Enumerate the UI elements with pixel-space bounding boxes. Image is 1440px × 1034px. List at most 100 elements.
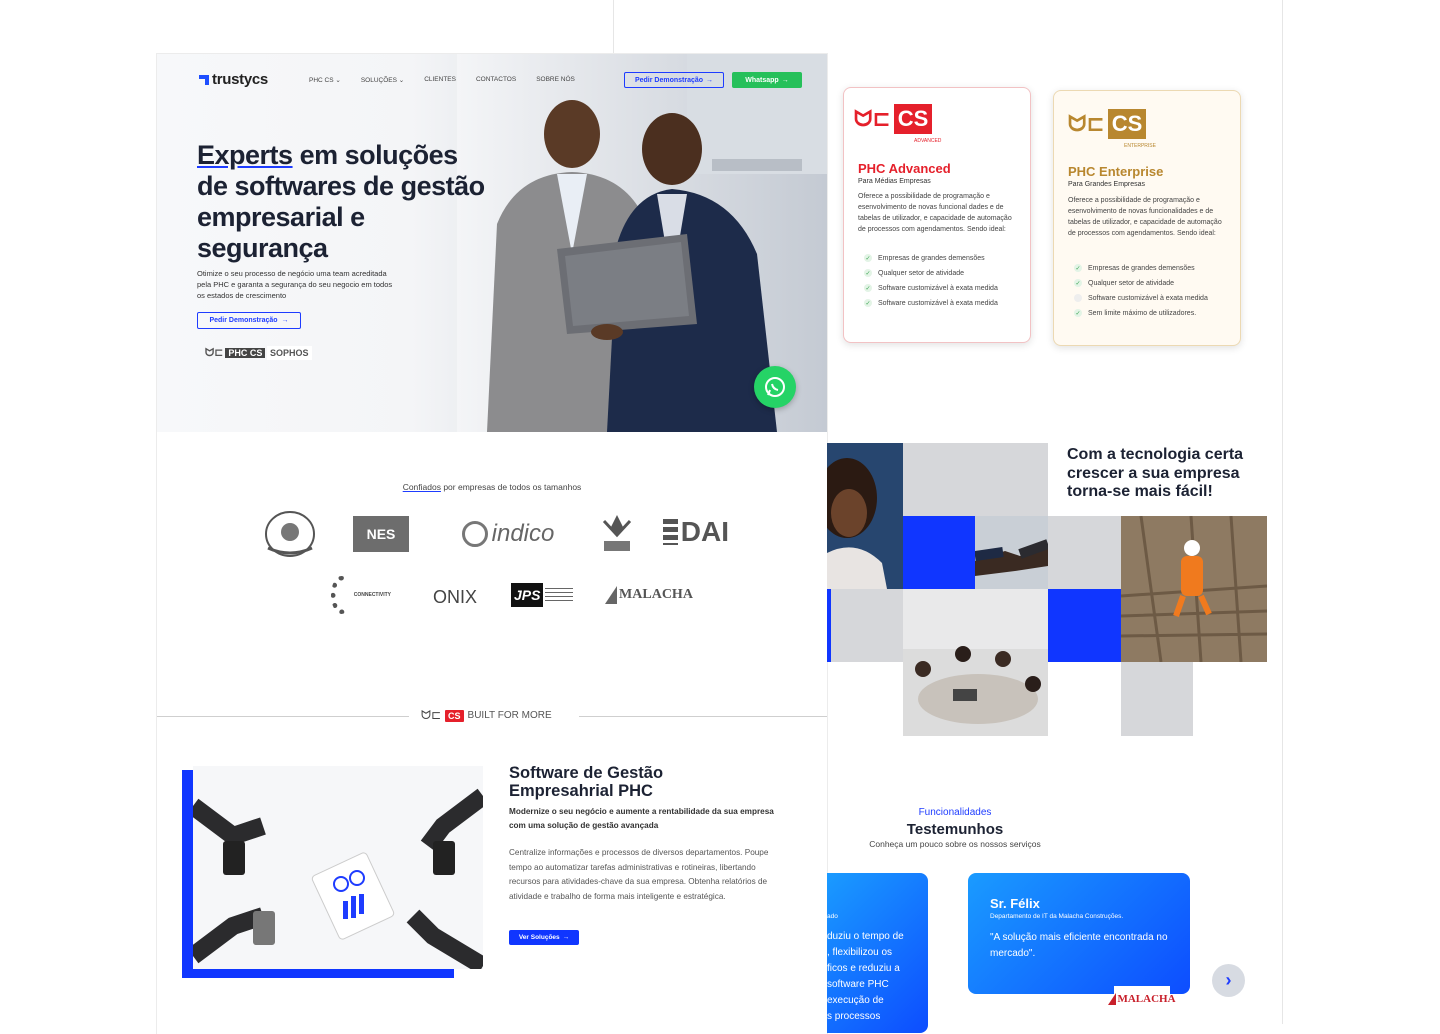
advanced-feature-1: ✓ Empresas de grandes demensões <box>864 254 985 262</box>
hero-demo-label: Pedir Demonstração <box>209 317 278 324</box>
phc-letters-icon: ᗢ⊏ <box>854 106 891 131</box>
hero-demo-button[interactable]: Pedir Demonstração → <box>197 312 301 329</box>
landing-page-mockup: trustycs PHC CS ⌄ SOLUÇÕES ⌄ CLIENTES CO… <box>157 54 827 1034</box>
mosaic-photo-woman <box>827 443 903 589</box>
phc-enterprise-desc: Oferece a possibilidade de programação e… <box>1068 197 1222 237</box>
ver-solucoes-button[interactable]: Ver Soluções → <box>509 930 579 945</box>
arrow-right-icon: → <box>781 76 789 84</box>
nav-demo-button[interactable]: Pedir Demonstração → <box>624 72 724 88</box>
chevron-right-icon: › <box>1225 970 1232 990</box>
nav-links: PHC CS ⌄ SOLUÇÕES ⌄ CLIENTES CONTACTOS S… <box>309 76 575 84</box>
trusted-highlight: Confiados <box>402 482 441 492</box>
nav-item-phc-cs[interactable]: PHC CS ⌄ <box>309 76 341 84</box>
hero-section: trustycs PHC CS ⌄ SOLUÇÕES ⌄ CLIENTES CO… <box>157 54 827 432</box>
check-icon: ✓ <box>1074 309 1082 317</box>
section-divider-right <box>579 716 827 717</box>
trustycs-mark-icon <box>199 75 209 85</box>
nav-item-sobre-nos[interactable]: SOBRE NÓS <box>536 76 575 84</box>
nav-item-solucoes[interactable]: SOLUÇÕES ⌄ <box>361 76 404 84</box>
malacha-mark-icon <box>1108 993 1117 1005</box>
nav-item-contactos[interactable]: CONTACTOS <box>476 76 516 84</box>
mosaic-gray-2 <box>1048 516 1121 589</box>
phc-advanced-subtitle: Para Médias Empresas <box>858 178 931 185</box>
client-logo-jps: JPS <box>511 578 573 612</box>
client-logo-flower <box>599 510 635 556</box>
enterprise-feature-1: ✓ Empresas de grandes demensões <box>1074 264 1195 272</box>
guide-line-left <box>613 0 614 54</box>
phc-enterprise-subtitle: Para Grandes Empresas <box>1068 181 1146 188</box>
ver-solucoes-label: Ver Soluções <box>518 934 560 941</box>
testimonials-subtitle: Conheça um pouco sobre os nossos serviço… <box>869 839 1041 849</box>
client-logo-malacha: MALACHA <box>605 580 693 610</box>
business-hands-photo <box>193 766 483 969</box>
phc-advanced-title: PHC Advanced <box>858 161 951 176</box>
client-indico-text: indico <box>491 520 555 547</box>
whatsapp-float-button[interactable] <box>754 366 796 408</box>
section-divider-left <box>157 716 409 717</box>
testimonial-quote: "A solução mais eficiente encontrada no … <box>990 932 1168 959</box>
check-icon: ✓ <box>864 284 872 292</box>
emblem-icon <box>265 511 315 557</box>
malacha-logo-text: MALACHA <box>1117 993 1176 1005</box>
top-navigation: trustycs PHC CS ⌄ SOLUÇÕES ⌄ CLIENTES CO… <box>157 54 827 106</box>
client-logo-emblem <box>259 508 321 560</box>
client-logo-indico: indico <box>455 516 561 552</box>
trusted-rest: por empresas de todos os tamanhos <box>440 482 582 492</box>
client-logo-connectivity: CONNECTIVITY <box>331 574 391 616</box>
testimonials-next-button[interactable]: › <box>1212 964 1245 997</box>
testimonial-card-felix[interactable]: Sr. Félix Departamento de IT da Malacha … <box>968 873 1190 994</box>
handshake-photo <box>975 516 1048 589</box>
phc-enterprise-title: PHC Enterprise <box>1068 164 1164 179</box>
advanced-feature-2: ✓ Qualquer setor de atividade <box>864 269 964 277</box>
testimonial-card-partial[interactable]: ado duziu o tempo de , flexibilizou os f… <box>827 873 928 1033</box>
client-onix-text: ONIX <box>432 586 477 607</box>
guide-line-right <box>1282 0 1283 1024</box>
whatsapp-button[interactable]: Whatsapp → <box>732 72 802 88</box>
cta-heading: Com a tecnologia certa crescer a sua emp… <box>1067 446 1244 500</box>
nav-demo-label: Pedir Demonstração <box>634 76 704 84</box>
client-logo-nes: NES <box>353 516 409 552</box>
partner-phc-logo: ᗢ⊏ PHC CS <box>205 346 266 360</box>
client-connectivity-text: CONNECTIVITY <box>353 592 391 598</box>
advanced-feature-4: ✓ Software customizável à exata medida <box>864 299 998 307</box>
indico-mark-icon <box>461 521 488 547</box>
testimonial-role: Departamento de IT da Malacha Construçõe… <box>990 913 1124 920</box>
phc-cs-badge: CS <box>445 709 464 722</box>
hero-title-highlight: Experts <box>197 140 293 170</box>
phc-advanced-desc: Oferece a possibilidade de programação e… <box>858 193 1012 233</box>
enterprise-feature-4: ✓ Sem limite máximo de utilizadores. <box>1074 309 1196 317</box>
trusted-by-heading: Confiados por empresas de todos os taman… <box>157 482 827 492</box>
enterprise-feature-3: ✓ Software customizável à exata medida <box>1074 294 1208 302</box>
phc-letters-icon: ᗢ⊏ <box>205 347 224 359</box>
testimonials-kicker: Funcionalidades <box>918 807 992 818</box>
enterprise-badge-text: ENTERPRISE <box>1124 143 1156 149</box>
jps-subtitle-icon <box>545 588 573 602</box>
mosaic-gray-4 <box>1121 662 1193 736</box>
nav-item-clientes[interactable]: CLIENTES <box>424 76 456 84</box>
partial-line: software PHC <box>827 979 889 990</box>
phc-advanced-card[interactable]: ᗢ⊏ CS ADVANCED PHC Advanced Para Médias … <box>843 87 1031 343</box>
phc-letters-icon: ᗢ⊏ <box>1068 111 1105 136</box>
partial-line: ficos e reduziu a <box>827 963 900 974</box>
dai-bars-icon <box>663 519 678 545</box>
check-icon: ✓ <box>864 299 872 307</box>
enterprise-feature-2: ✓ Qualquer setor de atividade <box>1074 279 1174 287</box>
software-lead: Modernize o seu negócio e aumente a rent… <box>509 807 774 830</box>
phc-built-for-more: ᗢ⊏ CS BUILT FOR MORE <box>421 708 552 723</box>
partial-line: duziu o tempo de <box>827 931 904 942</box>
partner-sophos-logo: SOPHOS <box>267 346 312 360</box>
arrow-right-icon: → <box>706 76 714 84</box>
feature-text: Software customizável à exata medida <box>1088 294 1208 302</box>
meeting-photo <box>903 589 1048 736</box>
feature-text: Empresas de grandes demensões <box>878 254 985 262</box>
mosaic-photo-handshake <box>975 516 1048 589</box>
client-nes-text: NES <box>366 526 396 542</box>
testimonial-name: Sr. Félix <box>990 896 1040 911</box>
trustycs-logo[interactable]: trustycs <box>199 71 268 88</box>
phc-enterprise-card[interactable]: ᗢ⊏ CS ENTERPRISE PHC Enterprise Para Gra… <box>1053 90 1241 346</box>
built-tagline: BUILT FOR MORE <box>467 710 552 721</box>
feature-text: Sem limite máximo de utilizadores. <box>1088 309 1197 317</box>
phc-cs-red-badge: CS <box>893 104 933 134</box>
malacha-mark-icon <box>605 586 618 604</box>
phc-cs-gold-badge: CS <box>1107 109 1147 139</box>
